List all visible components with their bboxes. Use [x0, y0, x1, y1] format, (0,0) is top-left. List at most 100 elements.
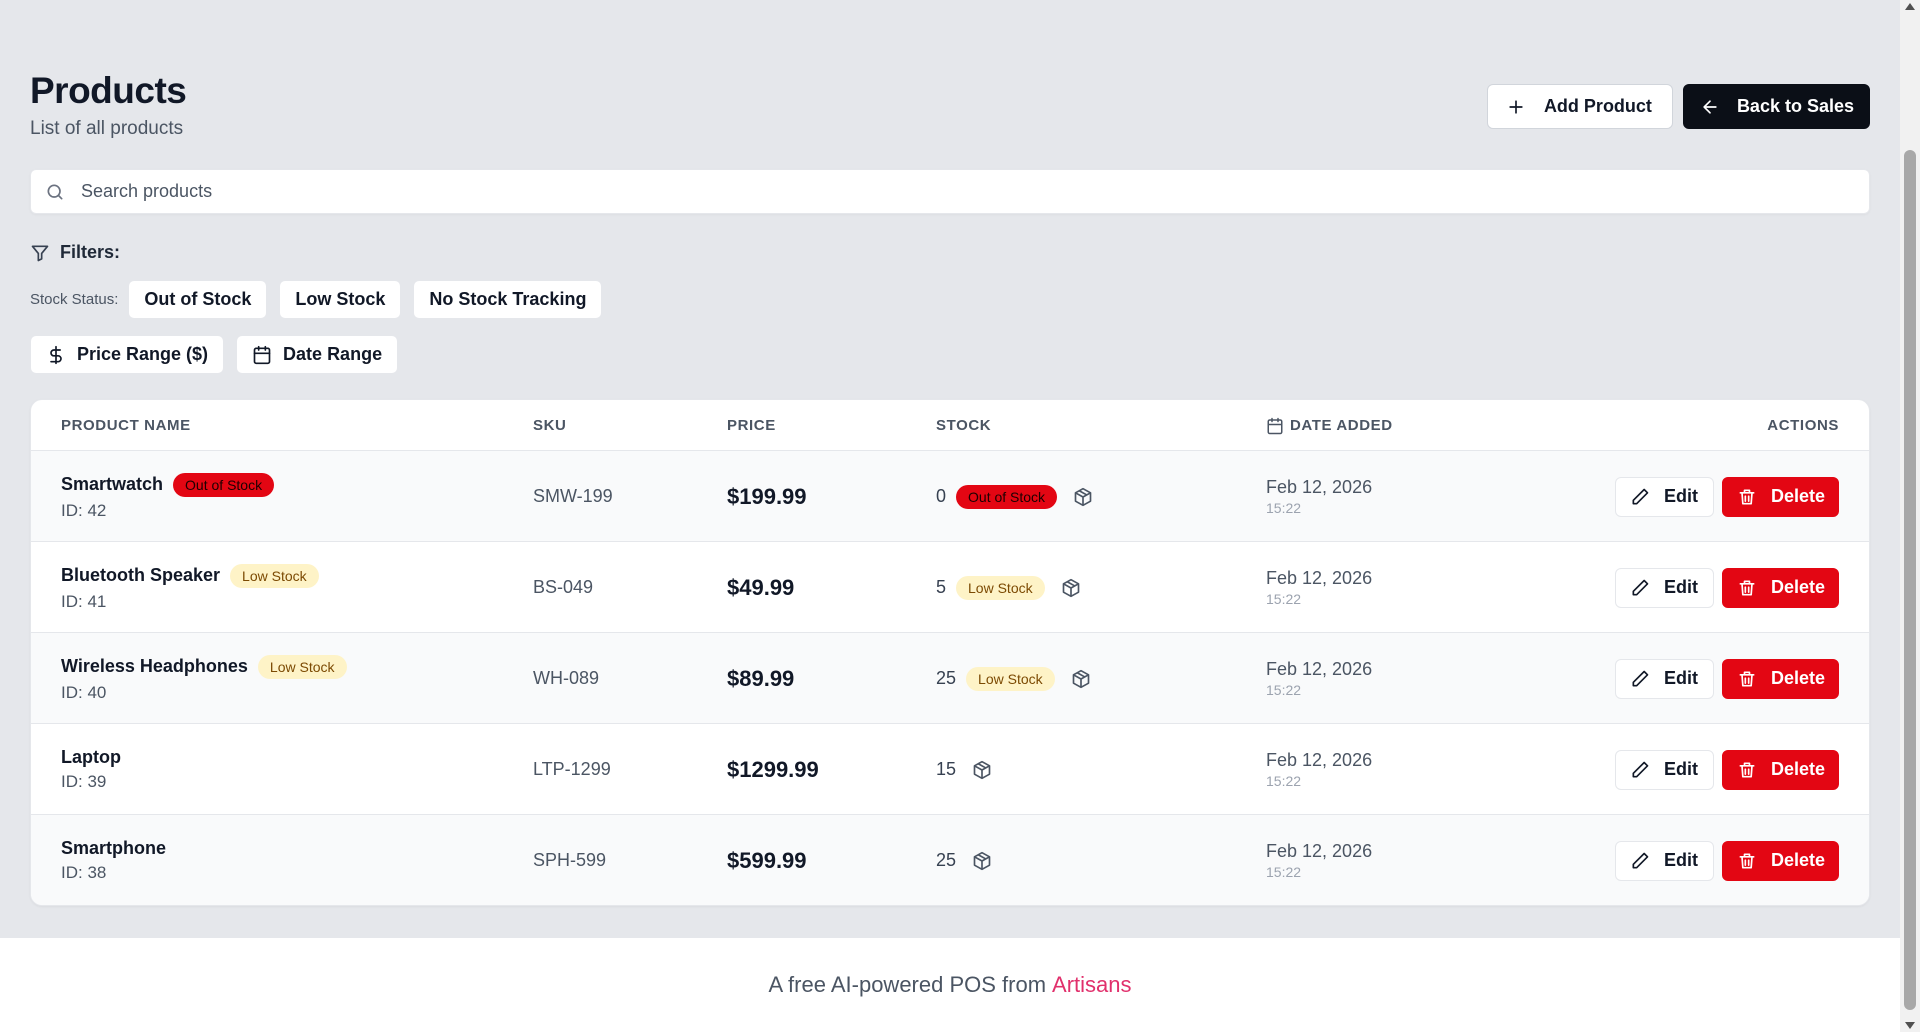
package-icon[interactable]	[1073, 487, 1093, 507]
sku-cell: SPH-599	[533, 815, 607, 905]
header-actions: ACTIONS	[1767, 417, 1839, 434]
product-name: Smartwatch	[61, 474, 164, 494]
filter-no-stock-tracking[interactable]: No Stock Tracking	[413, 280, 603, 319]
delete-button[interactable]: Delete	[1721, 658, 1839, 699]
price-cell: $89.99	[727, 633, 794, 724]
price-cell: $1299.99	[727, 724, 819, 815]
product-name: Bluetooth Speaker	[61, 565, 221, 585]
row-actions: Edit Delete	[1614, 815, 1839, 905]
edit-label: Edit	[1663, 668, 1698, 688]
sku-cell: BS-049	[533, 542, 593, 633]
product-name: Wireless Headphones	[61, 656, 248, 676]
footer-brand-link[interactable]: Artisans	[1052, 972, 1131, 998]
pencil-icon	[1630, 487, 1650, 507]
range-filters: Price Range ($) Date Range	[30, 335, 410, 374]
time-added: 15:22	[1266, 682, 1302, 698]
delete-button[interactable]: Delete	[1721, 476, 1839, 517]
filter-low-stock[interactable]: Low Stock	[279, 280, 402, 319]
trash-icon	[1737, 760, 1757, 780]
stock-cell: 5 Low Stock	[936, 542, 1081, 633]
product-name-cell: Bluetooth Speaker Low Stock ID: 41	[61, 542, 319, 633]
scroll-thumb[interactable]	[1904, 150, 1916, 1010]
back-to-sales-button[interactable]: Back to Sales	[1682, 84, 1870, 129]
date-cell: Feb 12, 2026 15:22	[1266, 451, 1372, 542]
edit-label: Edit	[1663, 577, 1698, 597]
product-sku: WH-089	[533, 668, 600, 688]
scrollbar[interactable]	[1900, 0, 1920, 1032]
trash-icon	[1737, 578, 1757, 598]
product-price: $49.99	[727, 574, 795, 600]
package-icon[interactable]	[972, 760, 992, 780]
stock-badge: Out of Stock	[956, 484, 1058, 509]
table-row: Laptop ID: 39 LTP-1299 $1299.99 15 Feb 1…	[31, 724, 1869, 815]
filters-heading: Filters:	[30, 242, 120, 263]
row-actions: Edit Delete	[1614, 633, 1839, 724]
search-bar	[30, 169, 1870, 214]
product-name-line: Wireless Headphones Low Stock	[61, 654, 347, 679]
package-icon[interactable]	[1071, 669, 1091, 689]
date-cell: Feb 12, 2026 15:22	[1266, 542, 1372, 633]
product-id: ID: 39	[61, 772, 107, 791]
header-product-name: PRODUCT NAME	[61, 417, 191, 434]
delete-button[interactable]: Delete	[1721, 749, 1839, 790]
edit-button[interactable]: Edit	[1614, 658, 1714, 699]
stock-quantity: 5	[936, 577, 947, 597]
product-sku: SPH-599	[533, 850, 607, 870]
product-price: $599.99	[727, 847, 807, 873]
product-name-line: Smartphone	[61, 838, 166, 859]
pencil-icon	[1630, 851, 1650, 871]
delete-label: Delete	[1770, 668, 1825, 688]
date-cell: Feb 12, 2026 15:22	[1266, 724, 1372, 815]
package-icon[interactable]	[972, 851, 992, 871]
stock-quantity: 0	[936, 486, 947, 506]
calendar-icon	[1266, 417, 1284, 435]
header-actions: Add Product Back to Sales	[1486, 84, 1870, 129]
product-id: ID: 41	[61, 591, 107, 611]
page-subtitle: List of all products	[30, 118, 184, 139]
product-name-cell: Wireless Headphones Low Stock ID: 40	[61, 633, 347, 724]
time-added: 15:22	[1266, 500, 1302, 516]
edit-button[interactable]: Edit	[1614, 476, 1714, 517]
arrow-left-icon	[1700, 97, 1720, 117]
filter-out-of-stock[interactable]: Out of Stock	[128, 280, 268, 319]
stock-status-filter: Stock Status: Out of Stock Low Stock No …	[30, 280, 614, 319]
add-product-button[interactable]: Add Product	[1486, 84, 1673, 129]
date-range-label: Date Range	[283, 344, 383, 364]
edit-button[interactable]: Edit	[1614, 749, 1714, 790]
price-range-button[interactable]: Price Range ($)	[30, 335, 225, 374]
delete-label: Delete	[1770, 850, 1825, 870]
time-added: 15:22	[1266, 864, 1302, 880]
delete-button[interactable]: Delete	[1721, 567, 1839, 608]
header-date-added: DATE ADDED	[1266, 400, 1393, 451]
time-added: 15:22	[1266, 773, 1302, 789]
footer: A free AI-powered POS from Artisans	[0, 937, 1900, 1032]
search-input[interactable]	[81, 181, 1781, 202]
date-range-button[interactable]: Date Range	[236, 335, 399, 374]
pencil-icon	[1630, 760, 1650, 780]
header-stock: STOCK	[936, 417, 992, 434]
product-name: Laptop	[61, 747, 121, 767]
date-added: Feb 12, 2026	[1266, 568, 1373, 588]
table-header: PRODUCT NAME SKU PRICE STOCK DATE ADDED …	[31, 400, 1869, 451]
edit-button[interactable]: Edit	[1614, 840, 1714, 881]
product-id: ID: 42	[61, 500, 107, 520]
filter-icon	[30, 243, 50, 263]
product-name: Smartphone	[61, 838, 167, 858]
product-name-cell: Laptop ID: 39	[61, 724, 121, 815]
stock-cell: 15	[936, 724, 992, 815]
product-id: ID: 40	[61, 682, 107, 702]
header-sku: SKU	[533, 417, 567, 434]
search-icon	[45, 182, 65, 202]
price-cell: $49.99	[727, 542, 794, 633]
date-added: Feb 12, 2026	[1266, 477, 1373, 497]
edit-button[interactable]: Edit	[1614, 567, 1714, 608]
date-added: Feb 12, 2026	[1266, 659, 1373, 679]
package-icon[interactable]	[1061, 578, 1081, 598]
product-sku: LTP-1299	[533, 759, 611, 779]
scroll-up-arrow[interactable]	[1905, 3, 1915, 10]
date-added: Feb 12, 2026	[1266, 750, 1373, 770]
product-name-cell: Smartphone ID: 38	[61, 815, 166, 905]
scroll-down-arrow[interactable]	[1905, 1022, 1915, 1029]
delete-button[interactable]: Delete	[1721, 840, 1839, 881]
stock-cell: 25	[936, 815, 992, 905]
